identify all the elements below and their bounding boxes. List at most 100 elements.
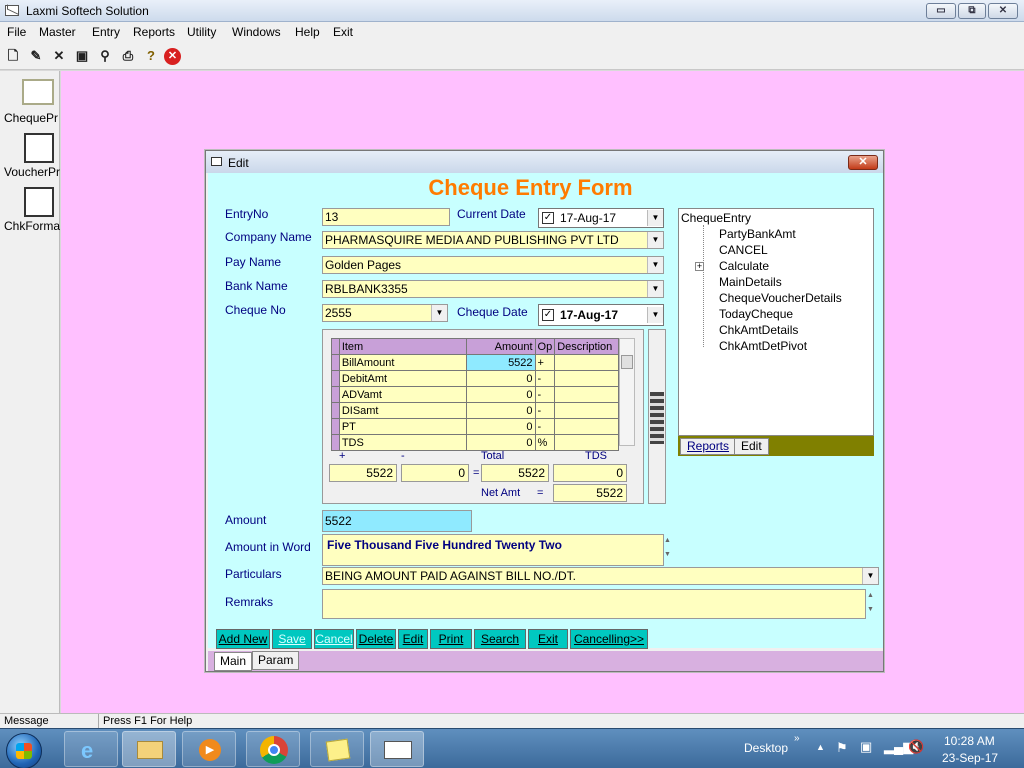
row-header-cell[interactable] <box>331 402 340 419</box>
chevron-down-icon[interactable]: ▼ <box>647 281 663 297</box>
current-date-checkbox[interactable]: ✓ <box>542 212 554 224</box>
scroll-thumb[interactable] <box>621 355 633 369</box>
cell-op[interactable]: - <box>534 370 556 387</box>
menu-help[interactable]: Help <box>295 25 320 39</box>
close-icon[interactable]: ✕ <box>164 48 181 65</box>
current-date-picker[interactable]: ✓ 17-Aug-17 ▼ <box>538 208 664 228</box>
table-row[interactable]: TDS 0 % <box>331 434 619 451</box>
close-button[interactable]: ✕ <box>988 3 1018 19</box>
delete-icon[interactable]: ✕ <box>49 46 69 66</box>
tree-node[interactable]: Calculate <box>719 259 769 273</box>
clock-time[interactable]: 10:28 AM <box>944 734 995 748</box>
total-field[interactable]: 5522 <box>481 464 549 482</box>
cell-item[interactable]: ADVamt <box>338 386 468 403</box>
tree-node[interactable]: ChkAmtDetails <box>719 323 798 337</box>
pay-name-combo[interactable]: Golden Pages ▼ <box>322 256 664 274</box>
cell-item[interactable]: DISamt <box>338 402 468 419</box>
cell-amount[interactable]: 0 <box>466 418 536 435</box>
print-button[interactable]: Print <box>430 629 472 649</box>
add-new-button[interactable]: Add New <box>216 629 270 649</box>
tree-node[interactable]: ChkAmtDetPivot <box>719 339 807 353</box>
cell-op[interactable]: - <box>534 386 556 403</box>
remarks-scroll-icon[interactable]: ▲ ▼ <box>867 589 879 619</box>
media-player-icon[interactable]: ▶ <box>182 731 236 767</box>
clock-date[interactable]: 23-Sep-17 <box>942 751 998 765</box>
edit-button[interactable]: Edit <box>398 629 428 649</box>
cell-op[interactable]: - <box>534 418 556 435</box>
save-button[interactable]: Save <box>272 629 312 649</box>
cell-amount[interactable]: 0 <box>466 434 536 451</box>
cell-op[interactable]: + <box>534 354 556 371</box>
row-header-cell[interactable] <box>331 434 340 451</box>
chevron-down-icon[interactable]: ▼ <box>647 257 663 273</box>
amount-in-word-field[interactable]: Five Thousand Five Hundred Twenty Two <box>322 534 664 566</box>
amount-field[interactable]: 5522 <box>322 510 472 532</box>
cell-description[interactable] <box>554 402 619 419</box>
menu-windows[interactable]: Windows <box>232 25 281 39</box>
bank-name-combo[interactable]: RBLBANK3355 ▼ <box>322 280 664 298</box>
cell-description[interactable] <box>554 434 619 451</box>
tab-edit[interactable]: Edit <box>734 438 769 455</box>
panel-splitter[interactable] <box>648 329 666 504</box>
tab-param[interactable]: Param <box>252 651 300 670</box>
table-row[interactable]: PT 0 - <box>331 418 619 435</box>
row-header-cell[interactable] <box>331 418 340 435</box>
sidebar-item-voucher-print[interactable]: VoucherPr <box>0 129 60 183</box>
cell-item[interactable]: TDS <box>338 434 468 451</box>
new-icon[interactable]: 🗋 <box>3 46 23 66</box>
table-row[interactable]: DISamt 0 - <box>331 402 619 419</box>
cancelling-button[interactable]: Cancelling>> <box>570 629 648 649</box>
table-row[interactable]: ADVamt 0 - <box>331 386 619 403</box>
row-header-cell[interactable] <box>331 386 340 403</box>
find-icon[interactable]: ⚲ <box>95 46 115 66</box>
help-icon[interactable]: ? <box>141 46 161 66</box>
report-tree[interactable]: ChequeEntry PartyBankAmt CANCEL + Calcul… <box>678 208 874 436</box>
cancel-button[interactable]: Cancel <box>314 629 354 649</box>
cell-description[interactable] <box>554 354 619 371</box>
tds-field[interactable]: 0 <box>553 464 627 482</box>
amount-word-scroll-icon[interactable]: ▲ ▼ <box>664 534 676 566</box>
grid-scrollbar[interactable] <box>619 338 635 446</box>
ie-icon[interactable]: e <box>64 731 118 767</box>
show-hidden-icons-icon[interactable]: ▲ <box>816 742 825 752</box>
header-item[interactable]: Item <box>338 338 468 355</box>
table-row[interactable]: BillAmount 5522 + <box>331 354 619 371</box>
cell-item[interactable]: BillAmount <box>338 354 468 371</box>
tree-node[interactable]: ChequeVoucherDetails <box>719 291 842 305</box>
print-icon[interactable]: ⎙ <box>118 46 138 66</box>
sidebar-item-cheque-print[interactable]: ChequePr <box>0 75 60 129</box>
chrome-icon[interactable] <box>246 731 300 767</box>
cell-item[interactable]: PT <box>338 418 468 435</box>
start-button[interactable] <box>6 733 42 768</box>
row-header-cell[interactable] <box>331 354 340 371</box>
menu-file[interactable]: File <box>7 25 26 39</box>
cell-op[interactable]: - <box>534 402 556 419</box>
chevron-double-right-icon[interactable]: » <box>794 733 800 744</box>
particulars-combo[interactable]: BEING AMOUNT PAID AGAINST BILL NO./DT. ▼ <box>322 567 879 585</box>
menu-master[interactable]: Master <box>39 25 76 39</box>
laxmi-app-icon[interactable] <box>370 731 424 767</box>
chevron-down-icon[interactable]: ▼ <box>647 307 663 323</box>
desktop-toolbar-label[interactable]: Desktop <box>744 741 788 755</box>
menu-reports[interactable]: Reports <box>133 25 175 39</box>
menu-exit[interactable]: Exit <box>333 25 353 39</box>
chevron-down-icon[interactable]: ▼ <box>862 568 878 584</box>
chevron-down-icon[interactable]: ▼ <box>431 305 447 321</box>
search-button[interactable]: Search <box>474 629 526 649</box>
cell-description[interactable] <box>554 370 619 387</box>
sticky-notes-icon[interactable] <box>310 731 364 767</box>
cell-op[interactable]: % <box>534 434 556 451</box>
entry-no-field[interactable]: 13 <box>322 208 450 226</box>
minus-total-field[interactable]: 0 <box>401 464 469 482</box>
menu-entry[interactable]: Entry <box>92 25 120 39</box>
save-icon[interactable]: ▣ <box>72 46 92 66</box>
table-row[interactable]: DebitAmt 0 - <box>331 370 619 387</box>
items-table[interactable]: Item Amount Op Description BillAmount 55… <box>331 338 619 451</box>
tree-node[interactable]: TodayCheque <box>719 307 793 321</box>
cheque-date-checkbox[interactable]: ✓ <box>542 309 554 321</box>
remarks-field[interactable] <box>322 589 866 619</box>
company-combo[interactable]: PHARMASQUIRE MEDIA AND PUBLISHING PVT LT… <box>322 231 664 249</box>
tab-main[interactable]: Main <box>214 652 253 671</box>
header-description[interactable]: Description <box>554 338 619 355</box>
menu-utility[interactable]: Utility <box>187 25 216 39</box>
